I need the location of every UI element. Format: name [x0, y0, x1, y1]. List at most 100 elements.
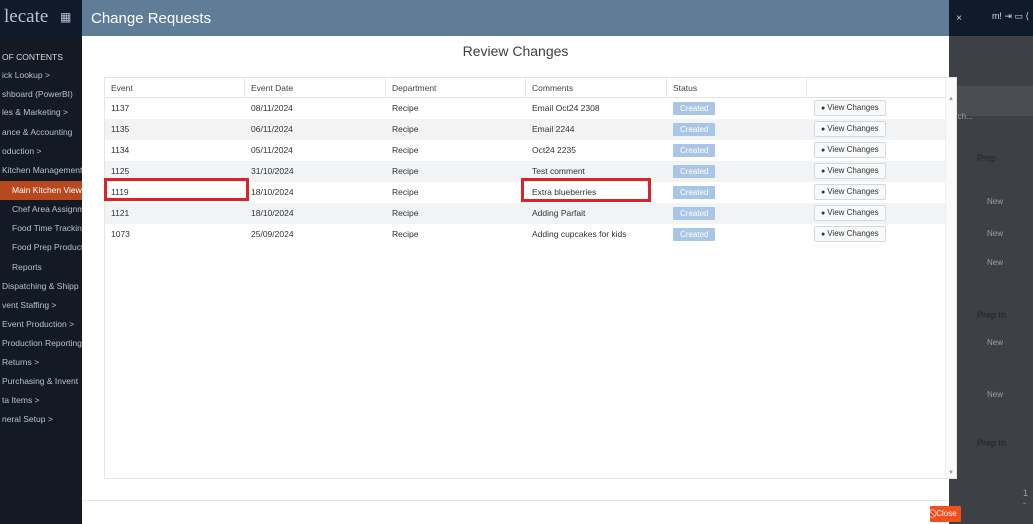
- scroll-down-icon[interactable]: ▼: [948, 470, 954, 476]
- event-cell: 1134: [111, 145, 130, 155]
- sidebar-item[interactable]: ta Items >: [0, 391, 82, 410]
- column-header[interactable]: Event: [105, 78, 245, 98]
- app-logo: lecate: [4, 6, 49, 27]
- eye-icon: ●: [821, 105, 826, 112]
- view-changes-button[interactable]: ● View Changes: [814, 205, 886, 221]
- sidebar-item[interactable]: Returns >: [0, 353, 82, 372]
- event-date-cell: 31/10/2024: [251, 166, 294, 176]
- view-changes-button[interactable]: ● View Changes: [814, 163, 886, 179]
- event-cell: 1137: [111, 103, 130, 113]
- column-header[interactable]: Department: [386, 78, 526, 98]
- status-badge: Created: [673, 207, 716, 220]
- close-icon[interactable]: ×: [956, 13, 962, 24]
- background-new: New: [987, 338, 1004, 347]
- column-header[interactable]: Status: [667, 78, 807, 98]
- department-cell: Recipe: [392, 166, 419, 176]
- sidebar-item[interactable]: oduction >: [0, 142, 82, 161]
- background-search: rch...: [955, 112, 973, 121]
- event-cell: 1073: [111, 229, 130, 239]
- sidebar-item[interactable]: Purchasing & Invent: [0, 372, 82, 391]
- modal-title: Change Requests: [91, 10, 212, 27]
- highlight-comment-cell: [521, 178, 651, 202]
- sidebar-item[interactable]: shboard (PowerBI): [0, 85, 82, 104]
- view-changes-button[interactable]: ● View Changes: [814, 121, 886, 137]
- sidebar-item[interactable]: Food Time Tracking: [0, 219, 82, 238]
- view-changes-label: View Changes: [827, 124, 879, 133]
- comments-cell: Oct24 2235: [532, 145, 576, 155]
- event-date-cell: 05/11/2024: [251, 145, 293, 155]
- sidebar-item[interactable]: ance & Accounting: [0, 123, 82, 142]
- comments-cell: Adding cupcakes for kids: [532, 229, 627, 239]
- background-col-prep: Prep: [977, 153, 997, 163]
- comments-cell: Email Oct24 2308: [532, 103, 600, 113]
- background-new: New: [987, 197, 1004, 206]
- eye-icon: ●: [821, 189, 826, 196]
- background-grid-panel: rch... Prep Prep In Prep In New New New …: [949, 36, 1033, 524]
- table-row[interactable]: 1135 06/11/2024 Recipe Email 2244 Created ● Vi…: [105, 119, 947, 140]
- modal-footer-divider: [82, 500, 949, 501]
- highlight-event-cell: [104, 178, 249, 201]
- view-changes-button[interactable]: ● View Changes: [814, 142, 886, 158]
- eye-icon: ●: [821, 147, 826, 154]
- sidebar-item[interactable]: Reports: [0, 258, 82, 277]
- background-new: New: [987, 258, 1004, 267]
- sidebar-item[interactable]: vent Staffing >: [0, 296, 82, 315]
- status-badge: Created: [673, 102, 716, 115]
- event-date-cell: 18/10/2024: [251, 187, 294, 197]
- status-badge: Created: [673, 165, 716, 178]
- scroll-up-icon[interactable]: ▲: [948, 96, 954, 102]
- table-header: Event Event Date Department Comments Status: [105, 78, 947, 98]
- table-row[interactable]: 1134 05/11/2024 Recipe Oct24 2235 Created ● Vi…: [105, 140, 947, 161]
- event-cell: 1135: [111, 124, 130, 134]
- column-header[interactable]: [807, 78, 947, 98]
- sidebar-item[interactable]: Production Reporting: [0, 334, 82, 353]
- view-changes-label: View Changes: [827, 103, 879, 112]
- change-requests-modal: Change Requests × Review Changes Event Ev…: [82, 0, 962, 524]
- department-cell: Recipe: [392, 145, 419, 155]
- sidebar-item[interactable]: Dispatching & Shipp: [0, 277, 82, 296]
- department-cell: Recipe: [392, 124, 419, 134]
- column-header[interactable]: Event Date: [245, 78, 386, 98]
- calendar-icon: ▦: [60, 10, 72, 24]
- background-prep-in: Prep In: [977, 310, 1007, 320]
- table-scrollbar[interactable]: ▲ ▼: [945, 78, 956, 478]
- event-date-cell: 25/09/2024: [251, 229, 294, 239]
- header-actions: m! ⇥ ▭ ⟨: [991, 11, 1029, 21]
- background-prep-in: Prep In: [977, 438, 1007, 448]
- sidebar-item[interactable]: Food Prep Product: [0, 238, 82, 257]
- close-button[interactable]: ⃠ Close: [930, 506, 961, 522]
- sidebar-item[interactable]: ick Lookup >: [0, 66, 82, 85]
- change-requests-table: Event Event Date Department Comments Status …: [104, 77, 957, 479]
- section-title: Review Changes: [462, 43, 569, 59]
- view-changes-label: View Changes: [827, 145, 879, 154]
- view-changes-button[interactable]: ● View Changes: [814, 100, 886, 116]
- table-row[interactable]: 1121 18/10/2024 Recipe Adding Parfait Create…: [105, 203, 947, 224]
- sidebar-item[interactable]: les & Marketing >: [0, 103, 82, 122]
- sidebar-item[interactable]: OF CONTENTS: [0, 48, 82, 67]
- sidebar-item[interactable]: neral Setup >: [0, 410, 82, 429]
- view-changes-button[interactable]: ● View Changes: [814, 226, 886, 242]
- sidebar-item[interactable]: Main Kitchen View: [0, 181, 82, 200]
- background-new: New: [987, 229, 1004, 238]
- view-changes-label: View Changes: [827, 166, 879, 175]
- view-changes-label: View Changes: [827, 208, 879, 217]
- status-badge: Created: [673, 228, 716, 241]
- view-changes-button[interactable]: ● View Changes: [814, 184, 886, 200]
- column-header[interactable]: Comments: [526, 78, 667, 98]
- department-cell: Recipe: [392, 208, 419, 218]
- table-row[interactable]: 1073 25/09/2024 Recipe Adding cupcakes for …: [105, 224, 947, 245]
- sidebar-item[interactable]: Event Production >: [0, 315, 82, 334]
- eye-icon: ●: [821, 126, 826, 133]
- close-button-label: Close: [936, 509, 957, 518]
- status-badge: Created: [673, 123, 716, 136]
- eye-icon: ●: [821, 231, 826, 238]
- sidebar-item[interactable]: Chef Area Assignm: [0, 200, 82, 219]
- department-cell: Recipe: [392, 187, 419, 197]
- view-changes-label: View Changes: [827, 187, 879, 196]
- event-date-cell: 08/11/2024: [251, 103, 293, 113]
- sidebar-item[interactable]: Kitchen Management: [0, 161, 82, 180]
- event-date-cell: 18/10/2024: [251, 208, 294, 218]
- background-pager: 1 -: [1023, 488, 1029, 508]
- table-row[interactable]: 1137 08/11/2024 Recipe Email Oct24 2308 Crea…: [105, 98, 947, 119]
- eye-icon: ●: [821, 210, 826, 217]
